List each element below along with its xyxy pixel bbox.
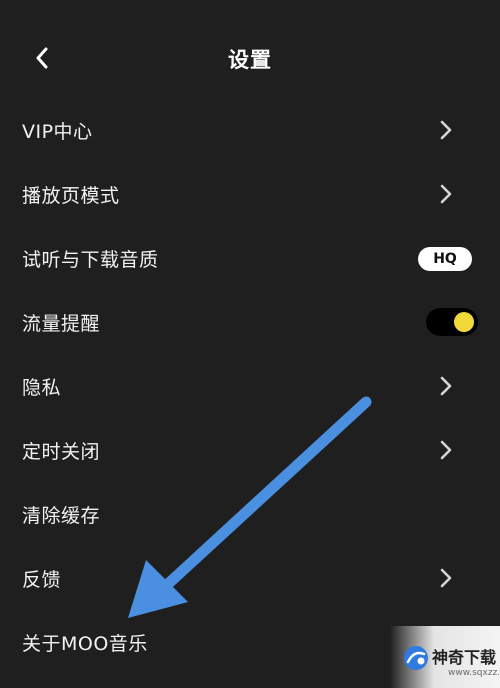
data-reminder-toggle[interactable] [426, 308, 478, 336]
chevron-right-icon [440, 120, 452, 140]
settings-item-privacy[interactable]: 隐私 [0, 354, 500, 418]
settings-item-label: 定时关闭 [22, 440, 101, 463]
chevron-right-icon [440, 184, 452, 204]
settings-item-sleep-timer[interactable]: 定时关闭 [0, 418, 500, 482]
watermark-url: www.sqxzz.com [448, 668, 500, 678]
settings-item-label: 关于MOO音乐 [22, 632, 148, 655]
settings-item-audio-quality[interactable]: 试听与下载音质 HQ [0, 226, 500, 290]
watermark: 神奇下载 www.sqxzz.com [390, 626, 500, 688]
settings-item-label: VIP中心 [22, 120, 93, 143]
chevron-right-icon [440, 568, 452, 588]
settings-item-label: 反馈 [22, 568, 62, 591]
chevron-right-icon [440, 440, 452, 460]
quality-badge[interactable]: HQ [418, 247, 472, 271]
settings-item-label: 播放页模式 [22, 184, 120, 207]
settings-list: VIP中心 播放页模式 试听与下载音质 HQ 流量提醒 隐私 定时关闭 清除缓存 [0, 98, 500, 674]
settings-item-player-mode[interactable]: 播放页模式 [0, 162, 500, 226]
chevron-right-icon [440, 376, 452, 396]
settings-item-vip-center[interactable]: VIP中心 [0, 98, 500, 162]
settings-item-feedback[interactable]: 反馈 [0, 546, 500, 610]
toggle-knob [454, 312, 474, 332]
settings-item-label: 隐私 [22, 376, 62, 399]
settings-item-label: 清除缓存 [22, 504, 101, 527]
settings-item-label: 流量提醒 [22, 312, 101, 335]
settings-item-clear-cache[interactable]: 清除缓存 [0, 482, 500, 546]
logo-icon [404, 646, 428, 670]
settings-item-label: 试听与下载音质 [22, 248, 159, 271]
settings-item-data-reminder[interactable]: 流量提醒 [0, 290, 500, 354]
watermark-name: 神奇下载 [432, 648, 497, 667]
page-title: 设置 [228, 48, 272, 72]
